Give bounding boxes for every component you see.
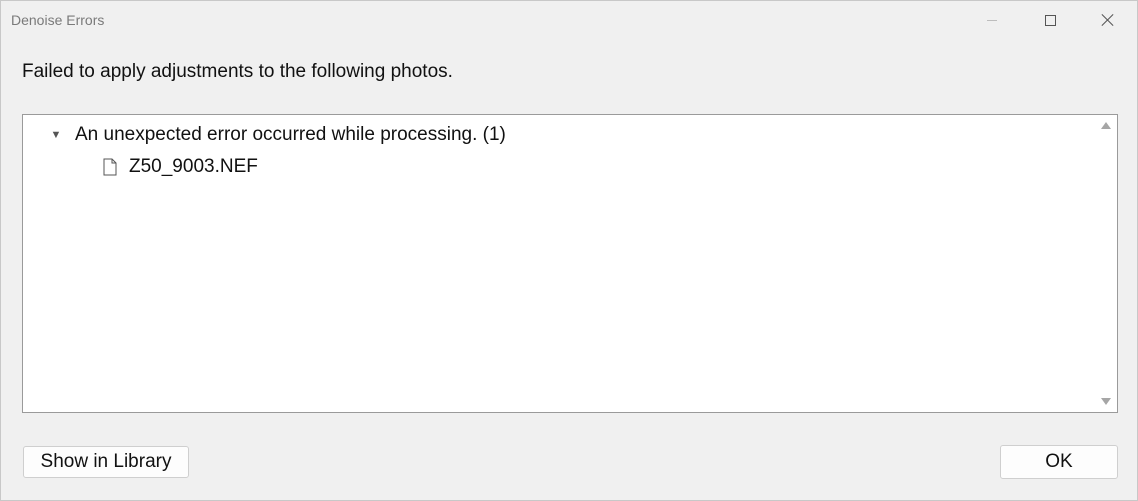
error-tree-list[interactable]: ▼ An unexpected error occurred while pro… [22, 114, 1118, 413]
show-in-library-button[interactable]: Show in Library [23, 446, 189, 478]
window-title: Denoise Errors [11, 12, 105, 28]
minimize-button[interactable] [963, 1, 1021, 39]
tree-group-row[interactable]: ▼ An unexpected error occurred while pro… [48, 123, 506, 147]
maximize-button[interactable] [1021, 1, 1079, 39]
minimize-icon [987, 19, 997, 21]
dialog-window: Denoise Errors Failed to apply adjustmen… [0, 0, 1138, 501]
expand-triangle-icon[interactable]: ▼ [48, 129, 64, 141]
ok-button[interactable]: OK [1000, 445, 1118, 479]
tree-group-label: An unexpected error occurred while proce… [75, 124, 506, 145]
title-bar[interactable]: Denoise Errors [1, 1, 1137, 39]
maximize-icon [1044, 14, 1056, 26]
file-name: Z50_9003.NEF [129, 156, 258, 177]
scroll-up-arrow-icon[interactable] [1101, 122, 1111, 129]
vertical-scrollbar[interactable] [1095, 115, 1117, 412]
scroll-down-arrow-icon[interactable] [1101, 398, 1111, 405]
error-message: Failed to apply adjustments to the follo… [22, 61, 453, 82]
close-icon [1101, 13, 1115, 27]
tree-file-row[interactable]: Z50_9003.NEF [103, 155, 258, 179]
file-icon [103, 158, 117, 176]
close-button[interactable] [1079, 1, 1137, 39]
